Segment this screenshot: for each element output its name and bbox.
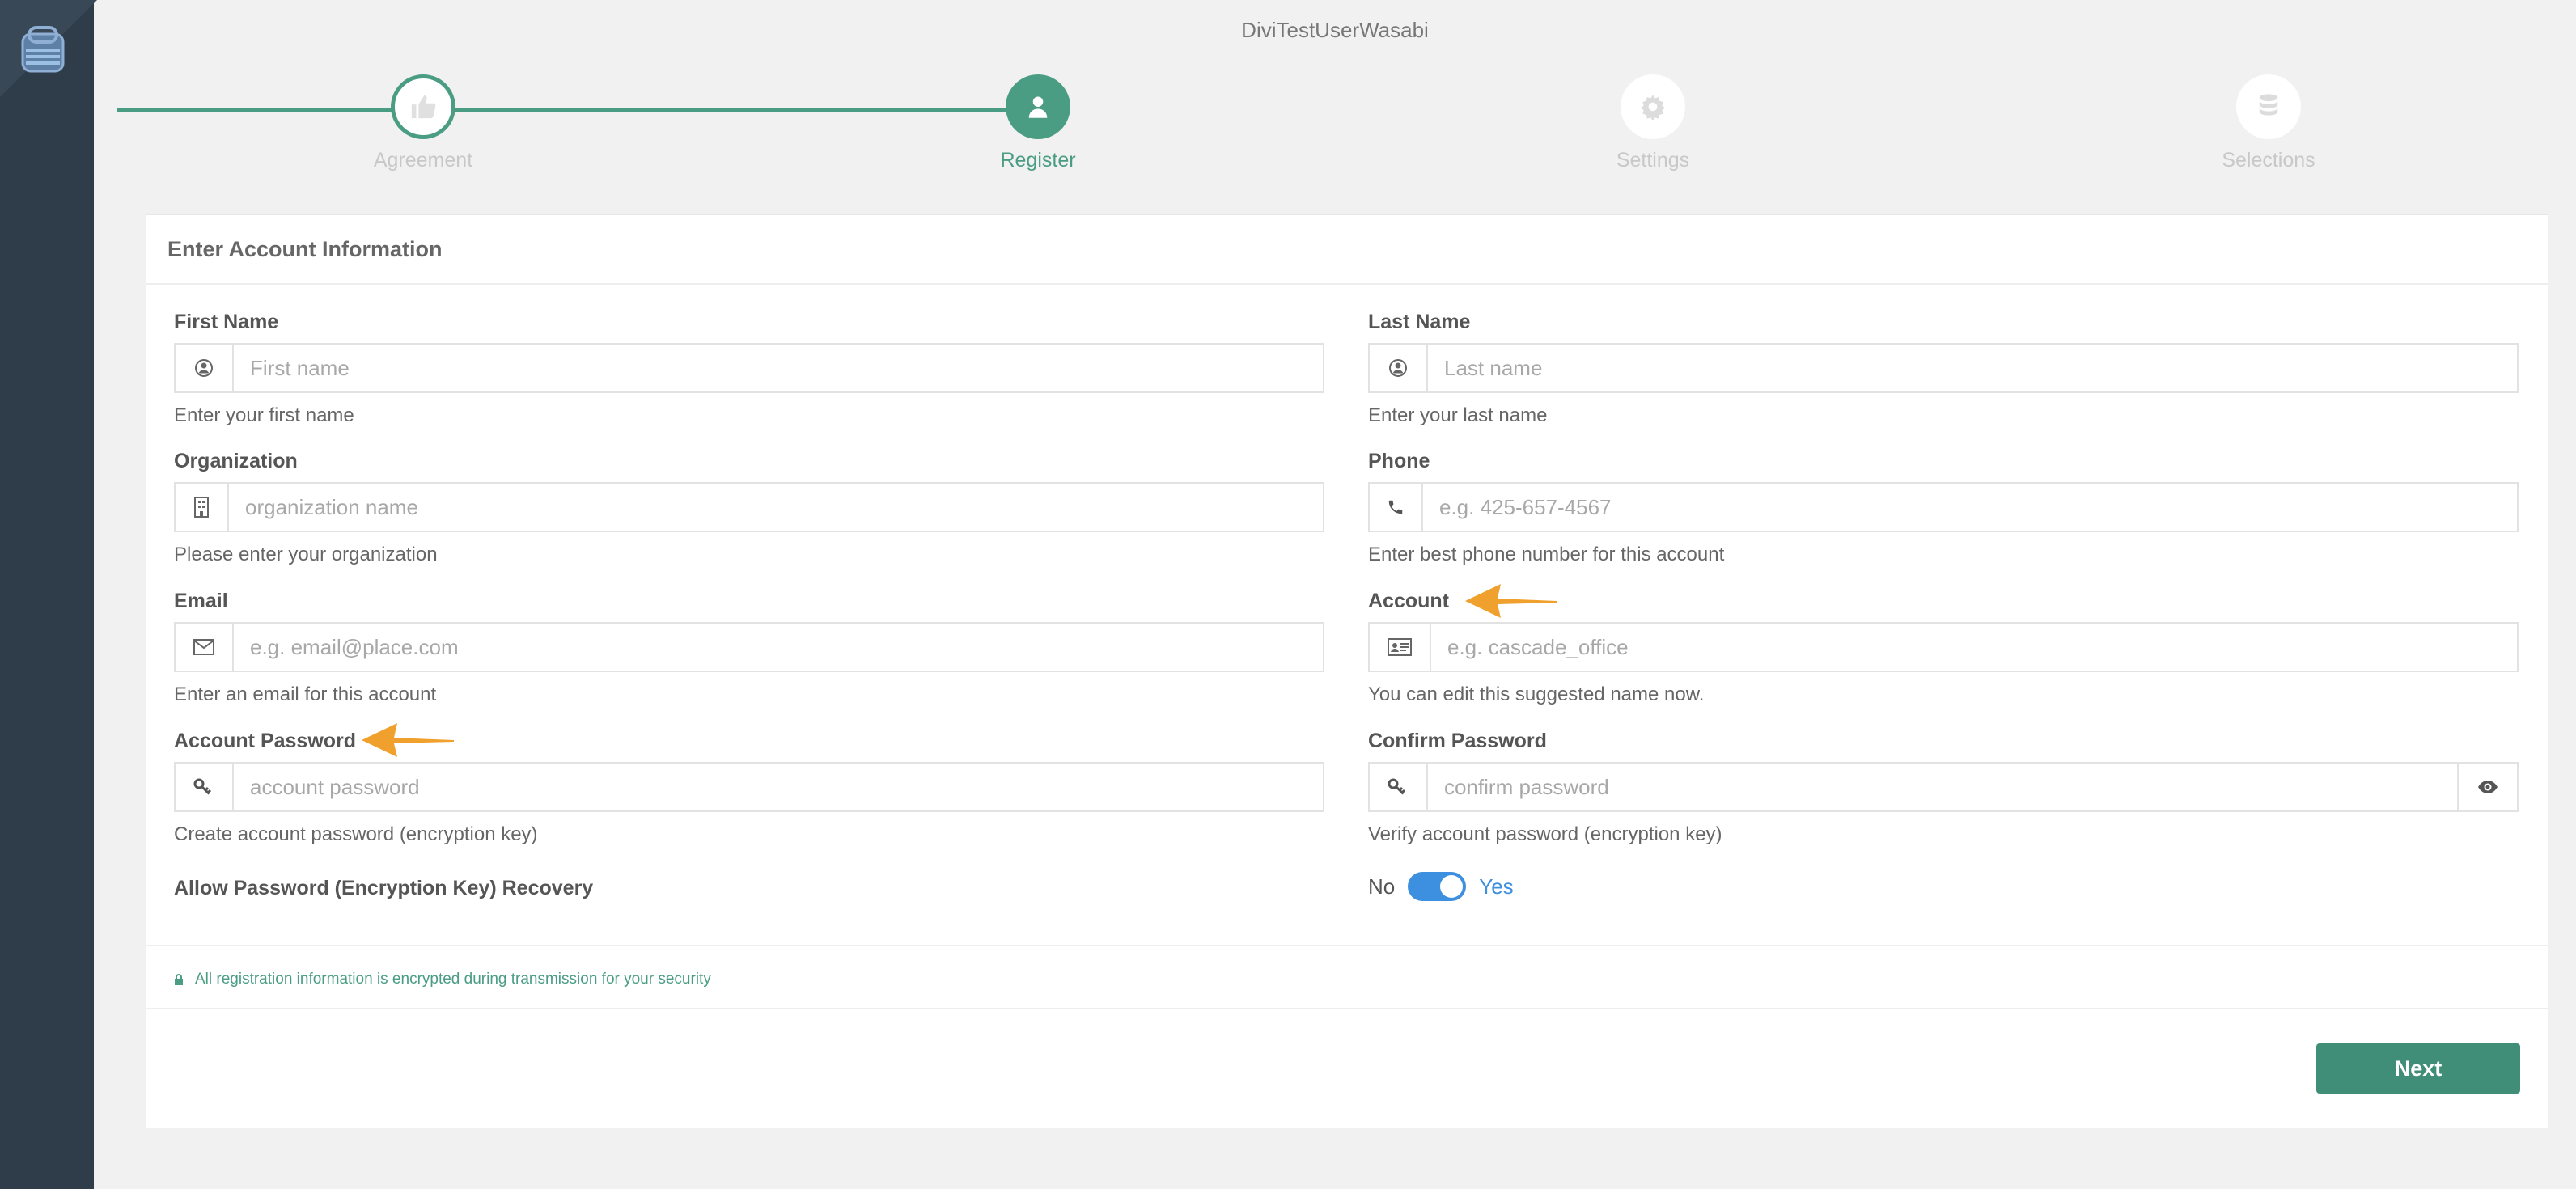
user-circle-icon xyxy=(1370,345,1428,391)
confirm-password-input-group xyxy=(1368,762,2519,812)
divider xyxy=(146,945,2548,946)
phone-label: Phone xyxy=(1368,450,1430,472)
confirm-password-field: Confirm Password Verify account password… xyxy=(1368,730,2519,846)
confirm-password-help: Verify account password (encryption key) xyxy=(1368,823,1722,845)
password-label: Account Password xyxy=(174,730,357,752)
last-name-help: Enter your last name xyxy=(1368,404,1548,426)
account-help: You can edit this suggested name now. xyxy=(1368,683,1705,705)
first-name-field: First Name Enter your first name xyxy=(174,311,1324,427)
password-input-group xyxy=(174,762,1324,812)
phone-input[interactable] xyxy=(1423,484,2517,531)
step-register[interactable]: Register xyxy=(917,74,1159,172)
show-password-eye-icon[interactable] xyxy=(2457,764,2517,810)
step-settings-circle xyxy=(1621,74,1685,139)
account-input-group xyxy=(1368,622,2519,672)
organization-input[interactable] xyxy=(229,484,1323,531)
organization-label: Organization xyxy=(174,450,298,472)
database-icon xyxy=(2259,94,2278,116)
last-name-label: Last Name xyxy=(1368,311,1471,333)
first-name-input-group xyxy=(174,343,1324,393)
last-name-field: Last Name Enter your last name xyxy=(1368,311,2519,427)
next-button[interactable]: Next xyxy=(2316,1043,2520,1094)
step-agreement-label: Agreement xyxy=(373,149,473,171)
step-agreement-circle xyxy=(391,74,455,139)
password-field: Account Password Create account password… xyxy=(174,730,1324,846)
step-agreement[interactable]: Agreement xyxy=(302,74,544,172)
organization-help: Please enter your organization xyxy=(174,544,438,565)
step-selections[interactable]: Selections xyxy=(2147,74,2390,172)
confirm-password-input[interactable] xyxy=(1428,764,2457,810)
user-circle-icon xyxy=(176,345,234,391)
user-icon xyxy=(1028,96,1048,118)
phone-input-group xyxy=(1368,482,2519,532)
divider xyxy=(146,1008,2548,1009)
first-name-input[interactable] xyxy=(234,345,1323,391)
recovery-no-label: No xyxy=(1368,874,1396,899)
recovery-label: Allow Password (Encryption Key) Recovery xyxy=(174,877,594,899)
building-icon xyxy=(176,484,229,531)
step-register-label: Register xyxy=(1000,149,1076,171)
email-help: Enter an email for this account xyxy=(174,683,437,705)
phone-help: Enter best phone number for this account xyxy=(1368,544,1725,565)
key-icon xyxy=(176,764,234,810)
email-field: Email Enter an email for this account xyxy=(174,590,1324,706)
step-register-circle xyxy=(1006,74,1070,139)
card-title: Enter Account Information xyxy=(146,215,2548,285)
step-selections-circle xyxy=(2236,74,2301,139)
toggle-knob xyxy=(1440,875,1464,898)
annotation-arrow-account xyxy=(1465,584,1557,618)
last-name-input[interactable] xyxy=(1428,345,2517,391)
annotation-arrow-password xyxy=(362,723,454,757)
step-settings[interactable]: Settings xyxy=(1532,74,1774,172)
envelope-icon xyxy=(176,624,234,671)
wizard-stepper: Agreement Register Settings Selections xyxy=(0,0,2576,186)
last-name-input-group xyxy=(1368,343,2519,393)
organization-input-group xyxy=(174,482,1324,532)
step-selections-label: Selections xyxy=(2222,149,2315,171)
phone-icon xyxy=(1370,484,1423,531)
gear-icon xyxy=(1640,95,1666,120)
recovery-toggle-group: No Yes xyxy=(1368,872,1514,901)
thumbs-up-icon xyxy=(411,95,436,119)
email-input[interactable] xyxy=(234,624,1323,671)
first-name-label: First Name xyxy=(174,311,279,333)
recovery-yes-label: Yes xyxy=(1479,874,1514,899)
password-help: Create account password (encryption key) xyxy=(174,823,538,845)
recovery-toggle[interactable] xyxy=(1408,872,1467,901)
first-name-help: Enter your first name xyxy=(174,404,354,426)
secure-note-text: All registration information is encrypte… xyxy=(195,971,711,988)
key-icon xyxy=(1370,764,1428,810)
organization-field: Organization Please enter your organizat… xyxy=(174,450,1324,566)
email-input-group xyxy=(174,622,1324,672)
account-info-card: Enter Account Information First Name Ent… xyxy=(146,214,2548,1128)
progress-line xyxy=(117,108,1039,112)
confirm-password-label: Confirm Password xyxy=(1368,730,1547,752)
secure-note: All registration information is encrypte… xyxy=(174,971,711,988)
password-input[interactable] xyxy=(234,764,1323,810)
id-card-icon xyxy=(1370,624,1431,671)
step-settings-label: Settings xyxy=(1616,149,1690,171)
account-input[interactable] xyxy=(1431,624,2517,671)
phone-field: Phone Enter best phone number for this a… xyxy=(1368,450,2519,566)
email-label: Email xyxy=(174,590,228,612)
lock-icon xyxy=(175,974,183,985)
